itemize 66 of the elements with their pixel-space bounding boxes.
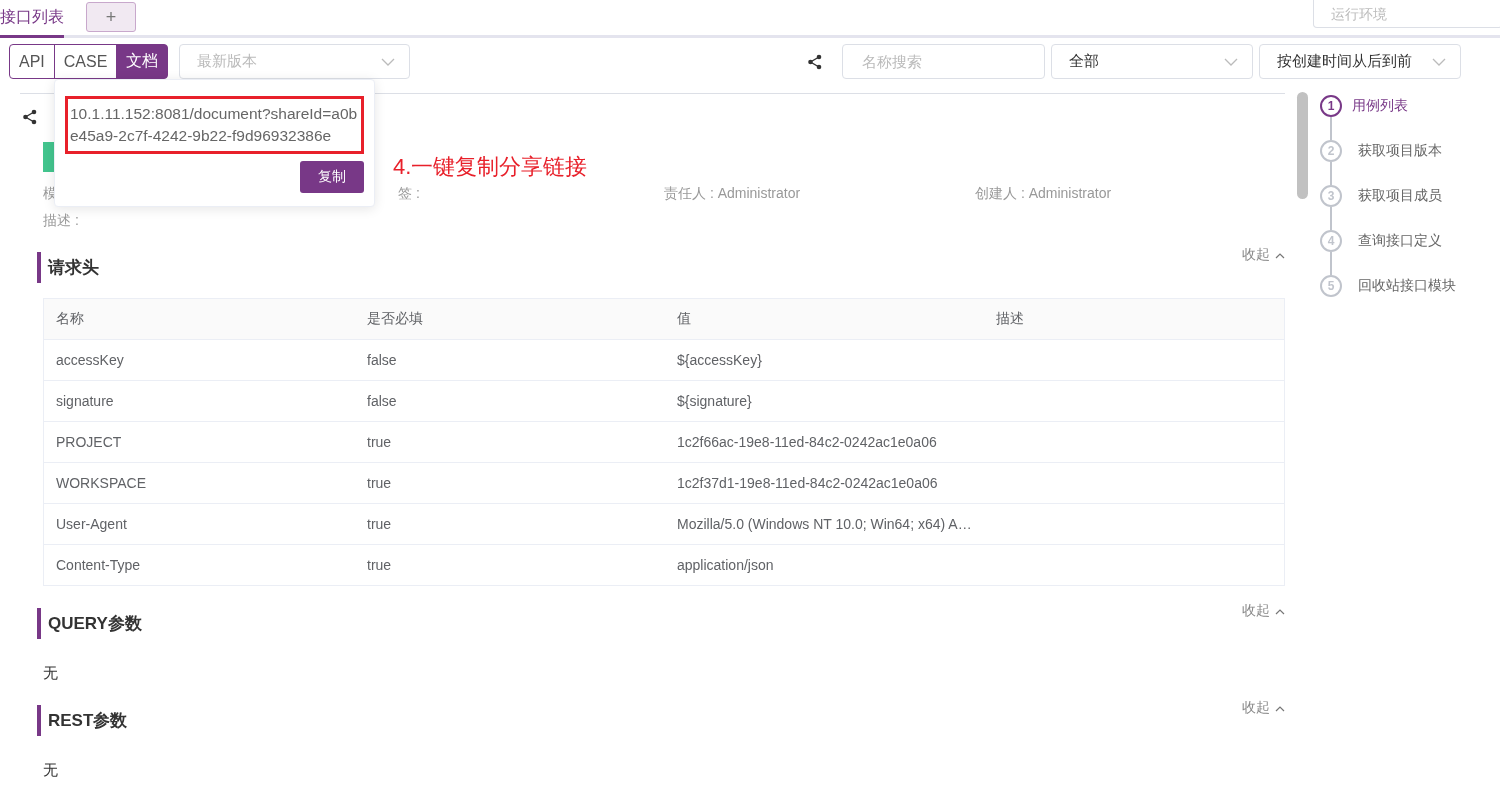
share-link-text: 10.1.11.152:8081/document?shareId=a0be45a9-2c7f-4242-9b22-f9d96932386e	[65, 96, 364, 154]
step-link[interactable]: 用例列表	[1342, 95, 1408, 117]
table-cell: true	[355, 503, 665, 545]
annotation-text: 4.一键复制分享链接	[393, 153, 588, 181]
sort-select[interactable]: 按创建时间从后到前	[1259, 44, 1461, 79]
step-link[interactable]: 获取项目成员	[1342, 185, 1442, 207]
collapse-button[interactable]: 收起	[1242, 699, 1285, 717]
chevron-up-icon	[1275, 251, 1285, 259]
table-cell: PROJECT	[43, 421, 355, 463]
scrollbar[interactable]	[1297, 92, 1308, 199]
tab[interactable]: 接口列表	[0, 0, 64, 38]
column-header: 值	[665, 298, 984, 340]
table-cell: signature	[43, 380, 355, 422]
column-header: 是否必填	[355, 298, 665, 340]
meta-text: 创建人 : Administrator	[975, 185, 1113, 203]
collapse-button[interactable]: 收起	[1242, 602, 1285, 620]
section-title: REST参数	[37, 705, 128, 736]
table-cell: accessKey	[43, 339, 355, 381]
chevron-down-icon	[381, 57, 396, 66]
empty-text: 无	[42, 760, 59, 780]
step-number: 5	[1320, 275, 1342, 297]
step-number: 3	[1320, 185, 1342, 207]
table-cell: ${signature}	[665, 380, 984, 422]
mode-tab[interactable]: API	[9, 44, 55, 79]
add-tab-button[interactable]: +	[86, 2, 136, 32]
table-cell: User-Agent	[43, 503, 355, 545]
step-link[interactable]: 回收站接口模块	[1342, 275, 1456, 297]
table-cell: false	[355, 339, 665, 381]
meta-text: 签 :	[397, 185, 421, 203]
table-cell: true	[355, 421, 665, 463]
status-tag	[43, 142, 54, 172]
chevron-up-icon	[1275, 704, 1285, 712]
step-number: 4	[1320, 230, 1342, 252]
mode-tab[interactable]: 文档	[116, 44, 169, 79]
table-cell: true	[355, 462, 665, 504]
step-link[interactable]: 获取项目版本	[1342, 140, 1442, 162]
collapse-button[interactable]: 收起	[1242, 246, 1285, 264]
share-icon[interactable]	[807, 53, 823, 70]
table-cell: Content-Type	[43, 544, 355, 586]
table-cell: false	[355, 380, 665, 422]
meta-text: 责任人 : Administrator	[664, 185, 802, 203]
table-cell: application/json	[665, 544, 984, 586]
search-field[interactable]: 名称搜索	[842, 44, 1045, 79]
chevron-down-icon	[1224, 57, 1238, 66]
section-title: 请求头	[37, 252, 99, 283]
table-cell: Mozilla/5.0 (Windows NT 10.0; Win64; x64) A…	[665, 503, 984, 545]
section-title: QUERY参数	[37, 608, 142, 639]
copy-button[interactable]: 复制	[300, 161, 364, 193]
filter-select[interactable]: 全部	[1051, 44, 1253, 79]
column-header: 描述	[983, 298, 1285, 340]
chevron-down-icon	[1432, 57, 1446, 66]
step-number: 1	[1320, 95, 1342, 117]
chevron-up-icon	[1275, 607, 1285, 615]
description-label: 描述 :	[42, 211, 80, 230]
empty-text: 无	[42, 663, 59, 683]
mode-tab[interactable]: CASE	[53, 44, 118, 79]
table-cell: WORKSPACE	[43, 462, 355, 504]
share-icon[interactable]	[22, 109, 38, 125]
table-cell: 1c2f37d1-19e8-11ed-84c2-0242ac1e0a06	[665, 462, 984, 504]
table-cell: 1c2f66ac-19e8-11ed-84c2-0242ac1e0a06	[665, 421, 984, 463]
step-link[interactable]: 查询接口定义	[1342, 230, 1442, 252]
column-header: 名称	[43, 298, 355, 340]
table-cell: true	[355, 544, 665, 586]
step-number: 2	[1320, 140, 1342, 162]
table-cell: ${accessKey}	[665, 339, 984, 381]
environment-field[interactable]: 运行环境	[1313, 0, 1500, 28]
